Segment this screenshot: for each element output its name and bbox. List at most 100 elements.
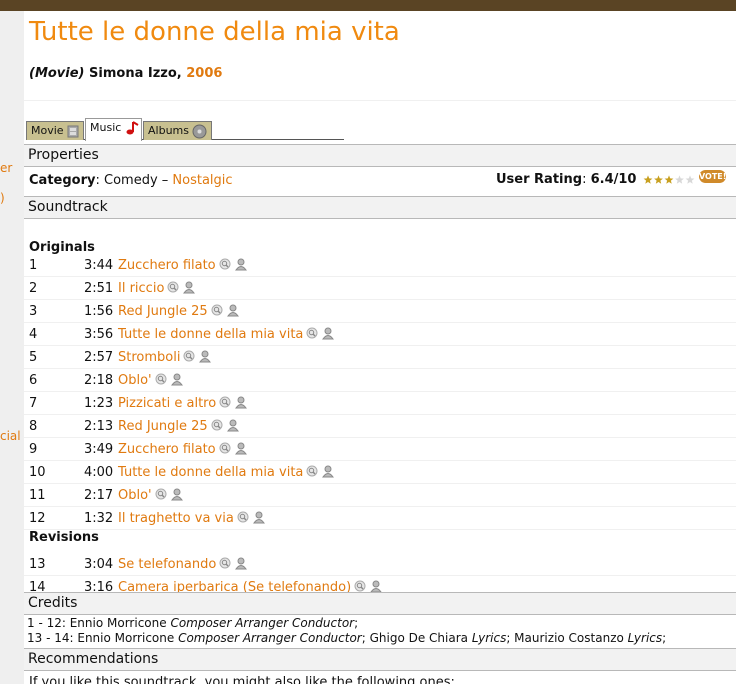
track-title-link[interactable]: Red Jungle 25 [118,419,208,434]
category-tag-link[interactable]: Nostalgic [172,173,232,188]
track-title-cell: Zucchero filato [118,442,247,457]
search-icon[interactable] [155,373,168,386]
person-icon[interactable] [226,304,239,317]
track-group-heading: Revisions [29,530,99,545]
properties-heading: Properties [24,144,736,167]
person-icon[interactable] [226,419,239,432]
tab-albums[interactable]: Albums [143,121,212,140]
track-title-link[interactable]: Oblo' [118,488,152,503]
person-icon[interactable] [322,465,335,478]
track-number: 8 [29,419,38,434]
track-title-link[interactable]: Red Jungle 25 [118,304,208,319]
track-title-cell: Il traghetto va via [118,511,265,526]
left-link-fragment-2[interactable]: ) [0,191,5,205]
track-duration: 3:49 [84,442,114,457]
year-link[interactable]: 2006 [186,66,222,81]
credit-role: Lyrics [627,631,663,645]
track-row: 9 3:49 Zucchero filato [24,438,736,461]
search-icon[interactable] [306,327,319,340]
track-row: 8 2:13 Red Jungle 25 [24,415,736,438]
search-icon[interactable] [155,488,168,501]
track-title-link[interactable]: Se telefonando [118,557,216,572]
track-number: 4 [29,327,38,342]
person-icon[interactable] [183,281,196,294]
track-title-link[interactable]: Oblo' [118,373,152,388]
credit-text: ; Maurizio Costanzo [506,631,628,645]
star-icon [643,174,653,184]
track-row: 3 1:56 Red Jungle 25 [24,300,736,323]
media-kind: (Movie) [29,66,85,81]
credit-text: 1 - 12: Ennio Morricone [27,616,171,630]
track-title-link[interactable]: Zucchero filato [118,258,216,273]
person-icon[interactable] [235,557,248,570]
credit-text: ; [662,631,667,645]
person-icon[interactable] [235,396,248,409]
search-icon[interactable] [306,465,319,478]
search-icon[interactable] [237,511,250,524]
person-icon[interactable] [234,258,247,271]
category: Category: Comedy – Nostalgic [29,173,233,188]
track-number: 12 [29,511,46,526]
search-icon[interactable] [211,419,224,432]
left-link-fragment-3[interactable]: cial [0,429,21,443]
track-title-link[interactable]: Tutte le donne della mia vita [118,465,303,480]
tab-movie[interactable]: Movie [26,121,84,140]
credit-role: Composer Arranger Conductor [170,616,355,630]
search-icon[interactable] [219,557,232,570]
film-icon [67,125,79,137]
divider [24,100,736,101]
person-icon[interactable] [170,373,183,386]
person-icon[interactable] [252,511,265,524]
rating-separator: : [582,172,587,187]
track-row: 2 2:51 Il riccio [24,277,736,300]
track-number: 6 [29,373,38,388]
track-row: 7 1:23 Pizzicati e altro [24,392,736,415]
track-row: 4 3:56 Tutte le donne della mia vita [24,323,736,346]
recommendations-text: If you like this soundtrack, you might a… [29,675,455,684]
track-title-cell: Oblo' [118,373,183,388]
star-icon [674,174,684,184]
top-bar [0,0,736,11]
track-group-heading: Originals [29,240,95,255]
track-duration: 2:51 [84,281,114,296]
track-number: 3 [29,304,38,319]
track-duration: 3:04 [84,557,114,572]
search-icon[interactable] [211,304,224,317]
search-icon[interactable] [219,258,232,271]
search-icon[interactable] [167,281,180,294]
track-row: 10 4:00 Tutte le donne della mia vita [24,461,736,484]
left-link-fragment-1[interactable]: er [0,161,12,175]
track-list: Originals 1 3:44 Zucchero filato 2 2:51 Il ric… [24,218,736,599]
track-title-link[interactable]: Tutte le donne della mia vita [118,327,303,342]
search-icon[interactable] [219,396,232,409]
person-icon[interactable] [199,350,212,363]
search-icon[interactable] [219,442,232,455]
director-name: Simona Izzo, [89,66,182,81]
credit-role: Lyrics [471,631,507,645]
category-label: Category [29,173,96,188]
star-icon [653,174,663,184]
disc-icon [192,124,207,138]
credit-role: Composer Arranger Conductor [178,631,362,645]
track-number: 5 [29,350,38,365]
search-icon[interactable] [183,350,196,363]
rating-value: 6.4/10 [590,172,637,187]
track-title-cell: Red Jungle 25 [118,419,239,434]
track-title-link[interactable]: Stromboli [118,350,180,365]
track-title-link[interactable]: Il riccio [118,281,164,296]
track-title-cell: Tutte le donne della mia vita [118,327,335,342]
track-title-link[interactable]: Zucchero filato [118,442,216,457]
person-icon[interactable] [170,488,183,501]
track-title-link[interactable]: Il traghetto va via [118,511,234,526]
tab-movie-label: Movie [31,124,64,137]
person-icon[interactable] [322,327,335,340]
track-title-cell: Stromboli [118,350,212,365]
track-title-link[interactable]: Pizzicati e altro [118,396,216,411]
track-number: 10 [29,465,46,480]
vote-button[interactable]: VOTE! [699,170,726,183]
star-icon [685,174,695,184]
tab-music[interactable]: Music [85,118,142,141]
movie-subtitle: (Movie) Simona Izzo, 2006 [29,66,222,81]
person-icon[interactable] [234,442,247,455]
track-title-cell: Il riccio [118,281,196,296]
